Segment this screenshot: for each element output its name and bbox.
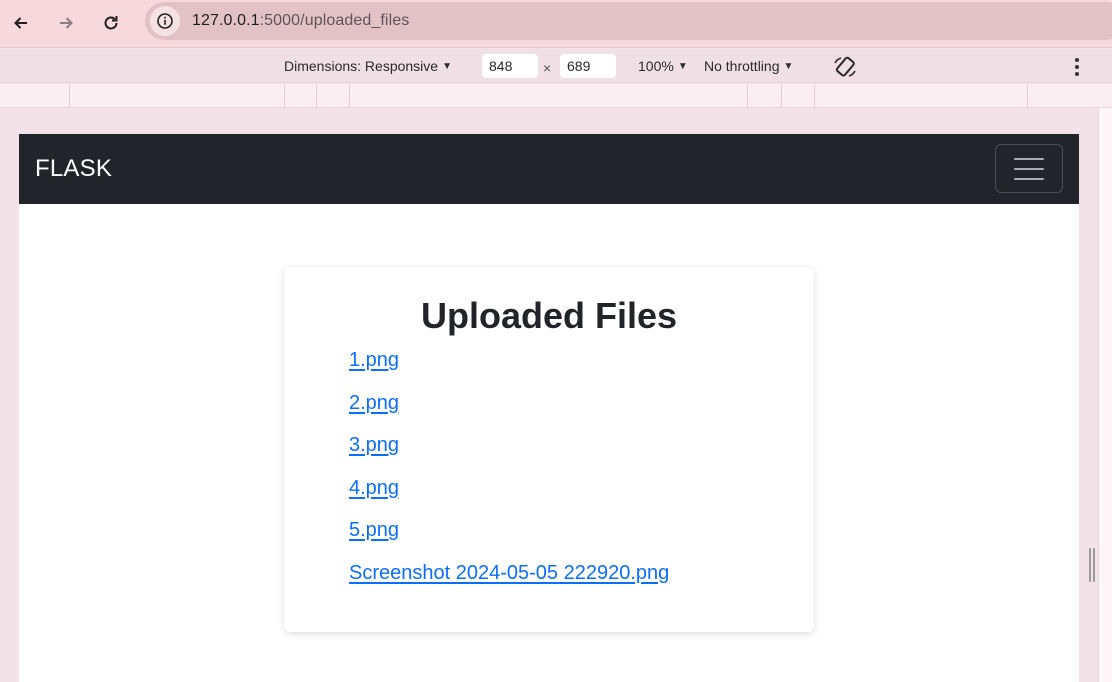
- file-link[interactable]: 4.png: [349, 477, 399, 499]
- file-link[interactable]: 2.png: [349, 392, 399, 414]
- more-options-icon[interactable]: [1070, 56, 1084, 78]
- list-item: 3.png: [349, 434, 669, 477]
- times-sign: ×: [543, 60, 552, 76]
- file-list: 1.png 2.png 3.png 4.png 5.png Screenshot…: [349, 349, 669, 604]
- device-toolbar: Dimensions: Responsive ▼ 848 × 689 100% …: [0, 49, 1112, 83]
- url-path: :5000/uploaded_files: [259, 12, 410, 29]
- navbar: FLASK: [19, 134, 1079, 204]
- rotate-icon[interactable]: [832, 54, 858, 80]
- dimensions-label: Dimensions: Responsive: [284, 58, 439, 74]
- resize-handle[interactable]: [1088, 548, 1096, 582]
- address-bar[interactable]: 127.0.0.1:5000/uploaded_files: [145, 2, 1112, 40]
- reload-button[interactable]: [94, 6, 128, 40]
- hamburger-icon: [1014, 157, 1044, 160]
- media-query-ruler: [0, 84, 1112, 108]
- throttling-label: No throttling: [704, 58, 780, 74]
- page-title: Uploaded Files: [420, 295, 678, 336]
- list-item: 1.png: [349, 349, 669, 392]
- navbar-toggler-button[interactable]: [995, 144, 1063, 193]
- zoom-dropdown[interactable]: 100% ▼: [638, 58, 688, 74]
- arrow-right-icon: [60, 17, 73, 29]
- arrow-left-icon: [14, 17, 27, 29]
- file-link[interactable]: 5.png: [349, 519, 399, 541]
- forward-button[interactable]: [49, 6, 83, 40]
- height-input[interactable]: 689: [560, 54, 616, 78]
- back-button[interactable]: [4, 6, 38, 40]
- page-viewport: FLASK Uploaded Files 1.png 2.png 3.png 4…: [19, 134, 1079, 682]
- browser-toolbar: 127.0.0.1:5000/uploaded_files: [0, 0, 1112, 48]
- file-link[interactable]: 3.png: [349, 434, 399, 456]
- url-host: 127.0.0.1: [192, 12, 260, 29]
- list-item: 2.png: [349, 392, 669, 435]
- zoom-label: 100%: [638, 58, 674, 74]
- width-input[interactable]: 848: [482, 54, 538, 78]
- list-item: 5.png: [349, 519, 669, 562]
- throttling-dropdown[interactable]: No throttling ▼: [704, 58, 793, 74]
- dimensions-dropdown[interactable]: Dimensions: Responsive ▼: [284, 58, 452, 74]
- file-link[interactable]: 1.png: [349, 349, 399, 371]
- list-item: 4.png: [349, 477, 669, 520]
- site-info-button[interactable]: [150, 6, 180, 36]
- caret-down-icon: ▼: [783, 60, 794, 72]
- caret-down-icon: ▼: [442, 60, 452, 72]
- uploaded-files-card: Uploaded Files 1.png 2.png 3.png 4.png 5…: [284, 267, 814, 632]
- reload-icon: [104, 16, 118, 30]
- info-icon: [157, 13, 173, 29]
- url-text: 127.0.0.1:5000/uploaded_files: [192, 12, 409, 30]
- file-link[interactable]: Screenshot 2024-05-05 222920.png: [349, 562, 669, 584]
- devtools-side-panel: [1098, 108, 1112, 682]
- caret-down-icon: ▼: [677, 60, 688, 72]
- navbar-brand[interactable]: FLASK: [35, 155, 112, 183]
- list-item: Screenshot 2024-05-05 222920.png: [349, 562, 669, 605]
